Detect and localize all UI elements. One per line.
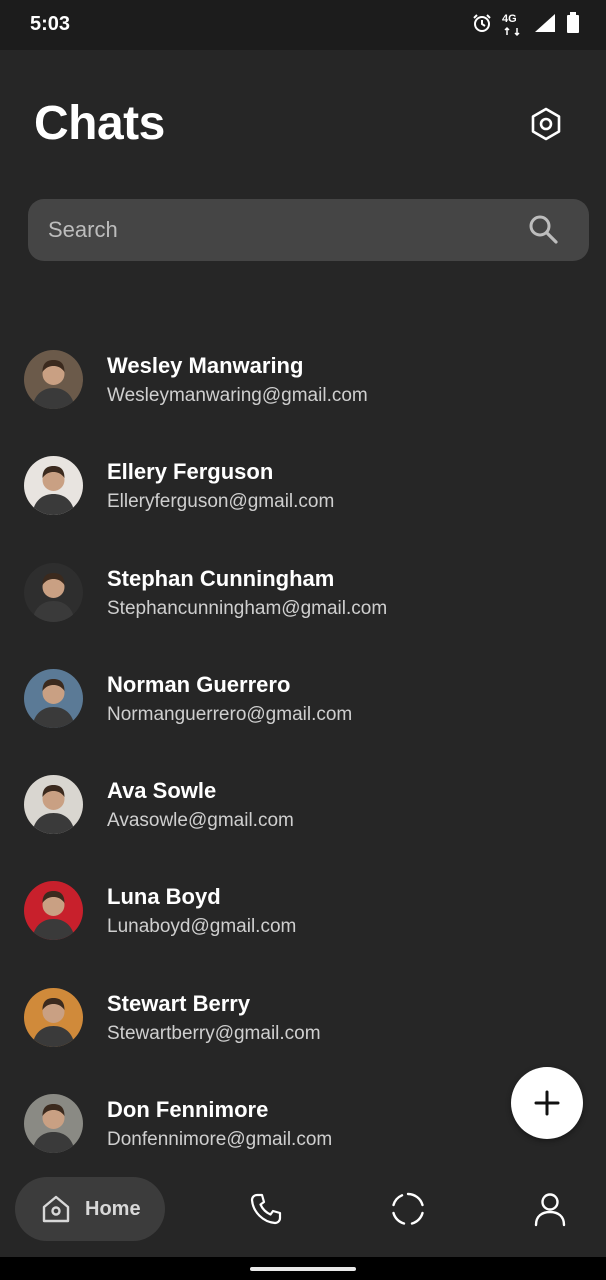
status-bar: 5:03 4G [0,0,606,50]
bottom-nav: Home [0,1165,606,1257]
status-icon [392,1192,424,1225]
chat-email: Lunaboyd@gmail.com [107,916,297,938]
chat-email: Donfennimore@gmail.com [107,1129,333,1151]
avatar [24,1094,83,1154]
chat-list: Wesley Manwaring Wesleymanwaring@gmail.co… [0,327,606,1177]
gesture-area [0,1257,606,1280]
chat-email: Stewartberry@gmail.com [107,1022,321,1044]
battery-icon [566,12,580,39]
app-header: Chats [0,50,606,190]
nav-profile[interactable] [518,1177,582,1241]
search-bar[interactable] [28,199,589,261]
avatar [24,350,83,409]
nav-home-label: Home [85,1197,141,1220]
chat-name: Norman Guerrero [107,671,291,697]
chat-name: Ava Sowle [107,778,217,804]
network-4g-icon: 4G [502,13,524,37]
chat-email: Normanguerrero@gmail.com [107,703,353,725]
chat-name: Stewart Berry [107,990,251,1016]
avatar [24,562,83,622]
chat-name: Stephan Cunningham [107,565,335,591]
profile-icon [534,1193,566,1227]
chat-row[interactable]: Norman Guerrero Normanguerrero@gmail.com [0,646,606,752]
nav-home[interactable]: Home [15,1177,165,1241]
plus-icon [534,1090,560,1116]
alarm-icon [472,13,492,38]
home-icon [42,1195,70,1223]
chat-email: Avasowle@gmail.com [107,810,294,832]
search-icon[interactable] [527,213,559,245]
avatar [24,456,83,516]
gesture-bar[interactable] [250,1267,356,1271]
chat-name: Don Fennimore [107,1097,269,1123]
chat-row[interactable]: Ellery Ferguson Elleryferguson@gmail.com [0,433,606,539]
avatar [24,881,83,941]
phone-icon [250,1193,282,1225]
avatar [24,668,83,728]
chat-row[interactable]: Luna Boyd Lunaboyd@gmail.com [0,858,606,964]
chat-name: Luna Boyd [107,884,221,910]
settings-hexagon-icon [531,107,561,141]
signal-icon [534,13,556,38]
chat-email: Stephancunningham@gmail.com [107,597,388,619]
chat-row[interactable]: Stewart Berry Stewartberry@gmail.com [0,965,606,1071]
chat-email: Elleryferguson@gmail.com [107,491,335,513]
chat-row[interactable]: Stephan Cunningham Stephancunningham@gmai… [0,540,606,646]
chat-name: Ellery Ferguson [107,459,274,485]
chat-name: Wesley Manwaring [107,353,304,378]
chat-email: Wesleymanwaring@gmail.com [107,385,368,406]
nav-status[interactable] [376,1177,440,1241]
nav-calls[interactable] [234,1177,298,1241]
settings-button[interactable] [522,100,570,148]
new-chat-button[interactable] [511,1067,583,1139]
avatar [24,987,83,1047]
status-time: 5:03 [30,13,71,35]
avatar [24,775,83,835]
chat-row[interactable]: Ava Sowle Avasowle@gmail.com [0,752,606,858]
search-input[interactable] [48,199,518,261]
status-icons: 4G [472,12,580,39]
page-title: Chats [34,97,165,150]
chat-row[interactable]: Wesley Manwaring Wesleymanwaring@gmail.co… [0,327,606,433]
